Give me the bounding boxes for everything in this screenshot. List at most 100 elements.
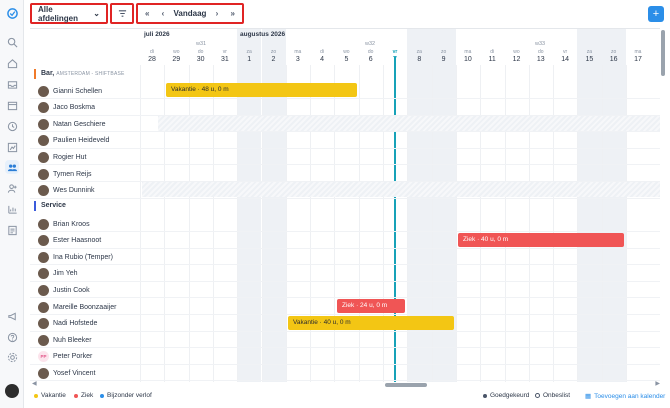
avatar xyxy=(38,268,49,280)
legend-goedgekeurd: Goedgekeurd xyxy=(483,392,529,399)
employee-name[interactable]: Ester Haasnoot xyxy=(38,234,101,248)
day-header: di 11 xyxy=(488,49,496,63)
employee-name[interactable]: Brian Kroos xyxy=(38,217,90,231)
employee-name[interactable]: Rogier Hut xyxy=(38,150,86,164)
employee-name[interactable]: Ina Rubio (Temper) xyxy=(38,250,113,264)
avatar xyxy=(38,118,49,130)
employee-row[interactable]: Tymen Reijs xyxy=(30,165,660,182)
last-page-icon[interactable]: » xyxy=(228,9,238,18)
employee-row[interactable]: PP Peter Porker xyxy=(30,348,660,365)
first-page-icon[interactable]: « xyxy=(142,9,152,18)
section-title: Service xyxy=(41,202,66,209)
user-avatar[interactable] xyxy=(5,384,19,398)
user-add-icon[interactable] xyxy=(5,181,19,195)
employee-name[interactable]: Mareille Boonzaaijer xyxy=(38,300,116,314)
day-header: zo 16 xyxy=(609,49,618,63)
avatar xyxy=(38,85,49,97)
absence-bar[interactable]: Vakantie · 40 u, 0 m xyxy=(288,316,454,330)
avatar xyxy=(38,367,49,379)
department-select[interactable]: Alle afdelingen ⌄ xyxy=(30,3,108,24)
employee-row[interactable]: Nuh Bleeker xyxy=(30,331,660,349)
team-icon[interactable] xyxy=(5,160,19,174)
search-icon[interactable] xyxy=(5,35,19,49)
employee-row[interactable]: Paulien Heideveld xyxy=(30,132,660,149)
settings-icon[interactable] xyxy=(5,350,19,364)
day-header: vr 31 xyxy=(220,49,229,63)
employee-name[interactable]: Tymen Reijs xyxy=(38,167,92,181)
horizontal-scrollbar[interactable]: ◀ ▶ xyxy=(32,380,660,388)
avatar xyxy=(38,284,49,296)
vertical-scrollbar[interactable] xyxy=(661,30,665,76)
filter-button[interactable] xyxy=(110,3,134,24)
absence-bar[interactable]: Vakantie · 48 u, 0 m xyxy=(166,83,357,97)
employee-name[interactable]: Jaco Boskma xyxy=(38,101,95,115)
employee-row[interactable]: Jaco Boskma xyxy=(30,99,660,116)
chevron-down-icon: ⌄ xyxy=(93,9,100,18)
day-header: wo 29 xyxy=(172,49,181,63)
inbox-icon[interactable] xyxy=(5,77,19,91)
day-header: di 4 xyxy=(320,49,325,63)
day-header: wo 12 xyxy=(512,49,521,63)
home-icon[interactable] xyxy=(5,56,19,70)
employee-name[interactable]: Jim Yeh xyxy=(38,267,78,281)
avatar xyxy=(38,135,49,147)
legend-onbeslist: Onbeslist xyxy=(535,392,570,399)
employee-name[interactable]: PP Peter Porker xyxy=(38,350,92,364)
avatar xyxy=(38,235,49,247)
employee-row[interactable]: Jim Yeh xyxy=(30,265,660,282)
day-header: di 28 xyxy=(148,49,156,63)
avatar xyxy=(38,251,49,263)
scroll-left-icon[interactable]: ◀ xyxy=(32,380,37,387)
avatar xyxy=(38,334,49,346)
help-icon[interactable] xyxy=(5,330,19,344)
employee-row[interactable]: Rogier Hut xyxy=(30,148,660,166)
timeline-grid: juli 2026 augustus 2026 w31 w32 w33 di 28… xyxy=(30,28,660,382)
reports-icon[interactable] xyxy=(5,202,19,216)
employee-name[interactable]: Natan Geschiere xyxy=(38,117,106,131)
date-navigation: « ‹ Vandaag › » xyxy=(136,3,244,24)
section-color xyxy=(34,201,36,211)
add-to-calendar-link[interactable]: ▦ Toevoegen aan kalender xyxy=(585,392,665,401)
employee-row[interactable]: Justin Cook xyxy=(30,281,660,299)
month-label: juli 2026 xyxy=(144,31,170,38)
day-header: do 13 xyxy=(536,49,545,63)
employee-name[interactable]: Yosef Vincent xyxy=(38,366,95,380)
legend-vakantie: Vakantie xyxy=(34,392,66,399)
day-header: wo 5 xyxy=(343,49,350,63)
absence-bar[interactable]: Ziek · 24 u, 0 m xyxy=(337,299,405,313)
chart-icon[interactable] xyxy=(5,140,19,154)
avatar xyxy=(38,218,49,230)
avatar: PP xyxy=(38,351,49,363)
employee-name[interactable]: Gianni Schellen xyxy=(38,84,102,98)
today-button[interactable]: Vandaag xyxy=(174,9,207,18)
logo-icon[interactable] xyxy=(5,6,19,20)
scroll-right-icon[interactable]: ▶ xyxy=(655,380,660,387)
employee-name[interactable]: Nadi Hofstede xyxy=(38,317,97,331)
filter-icon xyxy=(118,10,126,17)
employee-name[interactable]: Paulien Heideveld xyxy=(38,134,109,148)
employee-row[interactable]: Natan Geschiere xyxy=(30,115,660,133)
add-button[interactable]: + xyxy=(648,6,664,22)
week-label: w32 xyxy=(365,41,376,47)
day-header: za 8 xyxy=(416,49,422,63)
day-header: zo 9 xyxy=(440,49,447,63)
day-header: vr 14 xyxy=(561,49,569,63)
clock-icon[interactable] xyxy=(5,119,19,133)
scroll-thumb[interactable] xyxy=(385,383,427,387)
day-header: zo 2 xyxy=(270,49,277,63)
employee-row[interactable]: Yosef Vincent xyxy=(30,364,660,382)
employee-row[interactable]: Ina Rubio (Temper) xyxy=(30,248,660,266)
day-header: ma 10 xyxy=(463,49,472,63)
employee-name[interactable]: Justin Cook xyxy=(38,283,90,297)
megaphone-icon[interactable] xyxy=(5,309,19,323)
employee-name[interactable]: Nuh Bleeker xyxy=(38,333,92,347)
prev-icon[interactable]: ‹ xyxy=(159,9,168,18)
document-icon[interactable] xyxy=(5,223,19,237)
next-icon[interactable]: › xyxy=(213,9,222,18)
calendar-icon[interactable] xyxy=(5,98,19,112)
employee-name[interactable]: Wes Dunnink xyxy=(38,184,95,198)
employee-row[interactable]: Wes Dunnink xyxy=(30,182,660,199)
absence-bar[interactable]: Ziek · 40 u, 0 m xyxy=(458,233,624,247)
day-header: do 30 xyxy=(196,49,205,63)
employee-row[interactable]: Brian Kroos xyxy=(30,215,660,232)
